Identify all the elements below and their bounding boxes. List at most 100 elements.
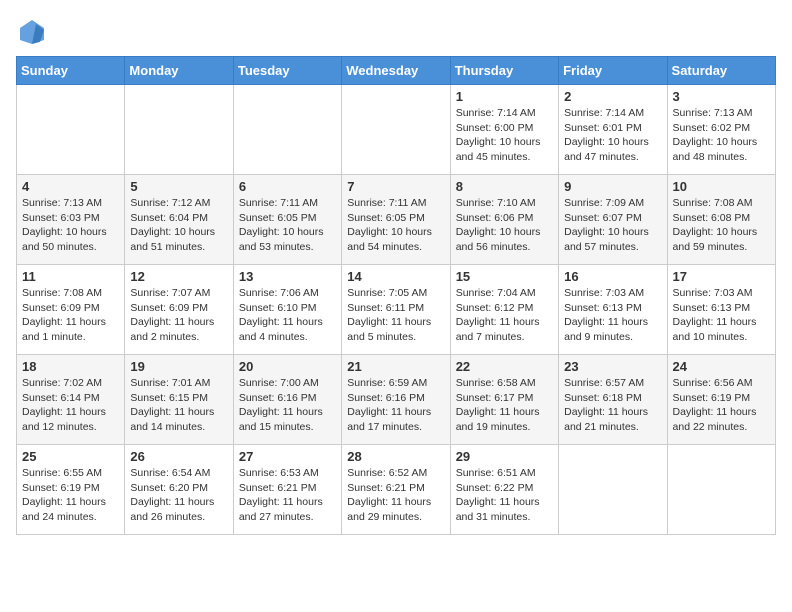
calendar-cell: 28 Sunrise: 6:52 AM Sunset: 6:21 PM Dayli… [342, 445, 450, 535]
day-number: 29 [456, 449, 553, 464]
calendar-cell: 18Sunrise: 7:02 AM Sunset: 6:14 PM Dayli… [17, 355, 125, 445]
column-header-sunday: Sunday [17, 57, 125, 85]
day-info: Sunrise: 7:08 AM Sunset: 6:08 PM Dayligh… [673, 196, 770, 255]
calendar-cell: 1 Sunrise: 7:14 AM Sunset: 6:00 PM Daylig… [450, 85, 558, 175]
calendar: SundayMondayTuesdayWednesdayThursdayFrid… [16, 56, 776, 535]
calendar-cell: 21 Sunrise: 6:59 AM Sunset: 6:16 PM Dayli… [342, 355, 450, 445]
column-header-wednesday: Wednesday [342, 57, 450, 85]
day-number: 26 [130, 449, 227, 464]
calendar-header-row: SundayMondayTuesdayWednesdayThursdayFrid… [17, 57, 776, 85]
calendar-cell: 20 Sunrise: 7:00 AM Sunset: 6:16 PM Dayli… [233, 355, 341, 445]
day-number: 28 [347, 449, 444, 464]
calendar-cell: 10 Sunrise: 7:08 AM Sunset: 6:08 PM Dayli… [667, 175, 775, 265]
day-number: 8 [456, 179, 553, 194]
column-header-monday: Monday [125, 57, 233, 85]
day-number: 5 [130, 179, 227, 194]
day-number: 14 [347, 269, 444, 284]
logo [16, 16, 50, 48]
day-number: 20 [239, 359, 336, 374]
calendar-cell [559, 445, 667, 535]
day-info: Sunrise: 7:01 AM Sunset: 6:15 PM Dayligh… [130, 376, 227, 435]
calendar-cell: 4 Sunrise: 7:13 AM Sunset: 6:03 PM Daylig… [17, 175, 125, 265]
calendar-week-2: 4 Sunrise: 7:13 AM Sunset: 6:03 PM Daylig… [17, 175, 776, 265]
day-info: Sunrise: 7:11 AM Sunset: 6:05 PM Dayligh… [239, 196, 336, 255]
calendar-cell: 16 Sunrise: 7:03 AM Sunset: 6:13 PM Dayli… [559, 265, 667, 355]
calendar-cell [667, 445, 775, 535]
calendar-cell: 23 Sunrise: 6:57 AM Sunset: 6:18 PM Dayli… [559, 355, 667, 445]
column-header-tuesday: Tuesday [233, 57, 341, 85]
day-info: Sunrise: 6:59 AM Sunset: 6:16 PM Dayligh… [347, 376, 444, 435]
day-number: 9 [564, 179, 661, 194]
calendar-cell: 6 Sunrise: 7:11 AM Sunset: 6:05 PM Daylig… [233, 175, 341, 265]
day-number: 4 [22, 179, 119, 194]
day-number: 11 [22, 269, 119, 284]
day-number: 13 [239, 269, 336, 284]
day-number: 21 [347, 359, 444, 374]
day-info: Sunrise: 7:14 AM Sunset: 6:00 PM Dayligh… [456, 106, 553, 165]
day-info: Sunrise: 6:55 AM Sunset: 6:19 PM Dayligh… [22, 466, 119, 525]
day-info: Sunrise: 7:08 AM Sunset: 6:09 PM Dayligh… [22, 286, 119, 345]
day-number: 10 [673, 179, 770, 194]
day-info: Sunrise: 7:11 AM Sunset: 6:05 PM Dayligh… [347, 196, 444, 255]
day-info: Sunrise: 6:56 AM Sunset: 6:19 PM Dayligh… [673, 376, 770, 435]
day-number: 19 [130, 359, 227, 374]
day-info: Sunrise: 6:58 AM Sunset: 6:17 PM Dayligh… [456, 376, 553, 435]
calendar-cell: 3 Sunrise: 7:13 AM Sunset: 6:02 PM Daylig… [667, 85, 775, 175]
day-info: Sunrise: 7:07 AM Sunset: 6:09 PM Dayligh… [130, 286, 227, 345]
calendar-cell [233, 85, 341, 175]
day-info: Sunrise: 7:04 AM Sunset: 6:12 PM Dayligh… [456, 286, 553, 345]
calendar-cell: 29 Sunrise: 6:51 AM Sunset: 6:22 PM Dayli… [450, 445, 558, 535]
calendar-cell: 24 Sunrise: 6:56 AM Sunset: 6:19 PM Dayli… [667, 355, 775, 445]
calendar-cell: 12 Sunrise: 7:07 AM Sunset: 6:09 PM Dayli… [125, 265, 233, 355]
day-info: Sunrise: 6:51 AM Sunset: 6:22 PM Dayligh… [456, 466, 553, 525]
calendar-week-3: 11 Sunrise: 7:08 AM Sunset: 6:09 PM Dayli… [17, 265, 776, 355]
day-number: 12 [130, 269, 227, 284]
day-number: 22 [456, 359, 553, 374]
calendar-cell: 9 Sunrise: 7:09 AM Sunset: 6:07 PM Daylig… [559, 175, 667, 265]
calendar-cell: 7 Sunrise: 7:11 AM Sunset: 6:05 PM Daylig… [342, 175, 450, 265]
column-header-thursday: Thursday [450, 57, 558, 85]
day-info: Sunrise: 7:12 AM Sunset: 6:04 PM Dayligh… [130, 196, 227, 255]
day-number: 3 [673, 89, 770, 104]
calendar-cell: 22 Sunrise: 6:58 AM Sunset: 6:17 PM Dayli… [450, 355, 558, 445]
day-info: Sunrise: 7:10 AM Sunset: 6:06 PM Dayligh… [456, 196, 553, 255]
day-info: Sunrise: 6:52 AM Sunset: 6:21 PM Dayligh… [347, 466, 444, 525]
day-number: 27 [239, 449, 336, 464]
calendar-cell: 2 Sunrise: 7:14 AM Sunset: 6:01 PM Daylig… [559, 85, 667, 175]
calendar-cell: 14 Sunrise: 7:05 AM Sunset: 6:11 PM Dayli… [342, 265, 450, 355]
day-number: 23 [564, 359, 661, 374]
calendar-cell: 17Sunrise: 7:03 AM Sunset: 6:13 PM Dayli… [667, 265, 775, 355]
calendar-week-1: 1 Sunrise: 7:14 AM Sunset: 6:00 PM Daylig… [17, 85, 776, 175]
day-info: Sunrise: 6:53 AM Sunset: 6:21 PM Dayligh… [239, 466, 336, 525]
day-info: Sunrise: 7:13 AM Sunset: 6:02 PM Dayligh… [673, 106, 770, 165]
calendar-week-4: 18Sunrise: 7:02 AM Sunset: 6:14 PM Dayli… [17, 355, 776, 445]
day-info: Sunrise: 7:14 AM Sunset: 6:01 PM Dayligh… [564, 106, 661, 165]
calendar-cell: 19 Sunrise: 7:01 AM Sunset: 6:15 PM Dayli… [125, 355, 233, 445]
day-number: 24 [673, 359, 770, 374]
day-number: 16 [564, 269, 661, 284]
calendar-cell: 15Sunrise: 7:04 AM Sunset: 6:12 PM Dayli… [450, 265, 558, 355]
calendar-cell: 27 Sunrise: 6:53 AM Sunset: 6:21 PM Dayli… [233, 445, 341, 535]
column-header-friday: Friday [559, 57, 667, 85]
calendar-cell [17, 85, 125, 175]
day-info: Sunrise: 7:05 AM Sunset: 6:11 PM Dayligh… [347, 286, 444, 345]
calendar-cell [342, 85, 450, 175]
calendar-cell: 26 Sunrise: 6:54 AM Sunset: 6:20 PM Dayli… [125, 445, 233, 535]
day-number: 6 [239, 179, 336, 194]
day-info: Sunrise: 6:57 AM Sunset: 6:18 PM Dayligh… [564, 376, 661, 435]
logo-icon [16, 16, 48, 48]
day-info: Sunrise: 7:09 AM Sunset: 6:07 PM Dayligh… [564, 196, 661, 255]
day-number: 2 [564, 89, 661, 104]
day-info: Sunrise: 7:13 AM Sunset: 6:03 PM Dayligh… [22, 196, 119, 255]
calendar-cell [125, 85, 233, 175]
day-info: Sunrise: 7:03 AM Sunset: 6:13 PM Dayligh… [564, 286, 661, 345]
day-number: 7 [347, 179, 444, 194]
calendar-cell: 25Sunrise: 6:55 AM Sunset: 6:19 PM Dayli… [17, 445, 125, 535]
day-info: Sunrise: 7:03 AM Sunset: 6:13 PM Dayligh… [673, 286, 770, 345]
day-info: Sunrise: 6:54 AM Sunset: 6:20 PM Dayligh… [130, 466, 227, 525]
page-header [16, 16, 776, 48]
calendar-cell: 11 Sunrise: 7:08 AM Sunset: 6:09 PM Dayli… [17, 265, 125, 355]
day-number: 1 [456, 89, 553, 104]
day-info: Sunrise: 7:00 AM Sunset: 6:16 PM Dayligh… [239, 376, 336, 435]
day-info: Sunrise: 7:02 AM Sunset: 6:14 PM Dayligh… [22, 376, 119, 435]
